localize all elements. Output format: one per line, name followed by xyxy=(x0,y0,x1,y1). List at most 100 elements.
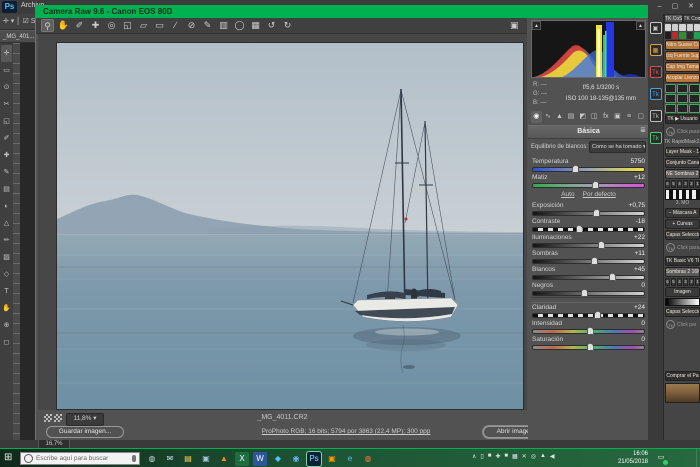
tk-number-button[interactable]: 5 xyxy=(671,278,676,286)
taskbar-icon-folder[interactable]: ▣ xyxy=(199,452,213,466)
tray-icon[interactable]: ∧ xyxy=(472,453,476,460)
tk-button[interactable]: TK Basic V6 TK In xyxy=(665,256,700,266)
slider-track[interactable] xyxy=(532,167,645,172)
save-image-button[interactable]: Guardar imagen... xyxy=(46,426,124,438)
tk-button[interactable]: Comprar el Pa xyxy=(665,371,700,381)
slider-thumb[interactable] xyxy=(594,311,601,319)
tk-button[interactable]: Capas Seleccio xyxy=(665,307,700,317)
slider-thumb[interactable] xyxy=(576,225,583,233)
link-auto[interactable]: Auto xyxy=(561,191,574,198)
tk-number-button[interactable]: 4 xyxy=(677,278,682,286)
zoom-tool-icon[interactable]: ⚲ xyxy=(41,19,54,32)
window-controls[interactable]: – ▢ ✕ xyxy=(658,2,698,10)
tray-icon[interactable]: ✕ xyxy=(522,453,527,460)
spot-removal-tool-icon[interactable]: ∕ xyxy=(169,19,182,32)
ps-tool-icon[interactable]: ▨ xyxy=(1,249,12,266)
highlight-clipping-icon[interactable]: ▲ xyxy=(636,21,645,30)
slider-thumb[interactable] xyxy=(609,273,616,281)
show-desktop-button[interactable] xyxy=(696,449,700,467)
tk-action-chip[interactable] xyxy=(665,84,676,93)
tk-number-button[interactable]: 4 xyxy=(677,180,682,188)
tray-icon[interactable]: ■ xyxy=(504,453,508,460)
ps-tool-icon[interactable]: ✐ xyxy=(1,130,12,147)
tk-number-button[interactable]: 6 xyxy=(665,278,670,286)
ps-tool-icon[interactable]: ✂ xyxy=(1,96,12,113)
ps-tool-icon[interactable]: ▤ xyxy=(1,181,12,198)
tk-action-chip[interactable] xyxy=(689,94,700,103)
slider-track[interactable] xyxy=(532,211,645,216)
tk-action-chip[interactable] xyxy=(665,24,671,31)
tk-number-button[interactable]: 2 xyxy=(689,278,694,286)
graduated-filter-tool-icon[interactable]: ▥ xyxy=(217,19,230,32)
tk-action-chip[interactable] xyxy=(672,32,678,39)
preferences-tool-icon[interactable]: ▦ xyxy=(249,19,262,32)
tk-action-chip[interactable] xyxy=(689,84,700,93)
red-eye-removal-tool-icon[interactable]: ⊘ xyxy=(185,19,198,32)
tab-hsl[interactable]: ▤ xyxy=(566,111,577,123)
tk-number-button[interactable]: 1 xyxy=(695,180,700,188)
taskbar-icon-excel[interactable]: X xyxy=(235,452,249,466)
ps-tool-icon[interactable]: ✏ xyxy=(1,232,12,249)
tk-action-chip[interactable] xyxy=(677,94,688,103)
ps-tool-icon[interactable]: ✚ xyxy=(1,147,12,164)
tab-tone-curve[interactable]: ∿ xyxy=(543,111,554,123)
tk-number-button[interactable]: 6 xyxy=(665,180,670,188)
notification-center-icon[interactable]: ▭ xyxy=(655,452,667,464)
targeted-adjustment-tool-icon[interactable]: ◎ xyxy=(105,19,118,32)
transform-tool-icon[interactable]: ▭ xyxy=(153,19,166,32)
tab-camera-calibration[interactable]: ▣ xyxy=(612,111,623,123)
start-button[interactable]: ⊞ xyxy=(4,452,12,463)
slider-track[interactable] xyxy=(532,227,645,232)
taskbar-icon-file-explorer[interactable]: ▤ xyxy=(181,452,195,466)
ps-document-tab[interactable]: _MG_401... xyxy=(0,30,35,42)
rotate-left-tool-icon[interactable]: ↺ xyxy=(265,19,278,32)
ps-tool-icon[interactable]: ◐ xyxy=(1,198,12,215)
tray-icon[interactable]: ✚ xyxy=(495,453,500,460)
tk-tab[interactable]: TK CoSp xyxy=(664,14,683,23)
tk-number-button[interactable]: 1 xyxy=(695,278,700,286)
color-sampler-tool-icon[interactable]: ✚ xyxy=(89,19,102,32)
tk-button[interactable]: − Máscara A xyxy=(665,208,700,218)
tab-lens-corrections[interactable]: ◫ xyxy=(589,111,600,123)
slider-thumb[interactable] xyxy=(587,343,594,351)
tk-action-chip[interactable] xyxy=(672,24,678,31)
slider-track[interactable] xyxy=(532,313,645,318)
tk-button[interactable]: Sombras 2 16M xyxy=(665,267,700,277)
tk-action-chip[interactable] xyxy=(665,32,671,39)
radial-filter-tool-icon[interactable]: ◯ xyxy=(233,19,246,32)
tab-basic[interactable]: ◉ xyxy=(531,111,542,123)
tk-button[interactable]: NE Sombras 2 16M xyxy=(665,169,700,179)
slider-thumb[interactable] xyxy=(587,327,594,335)
taskbar-icon-word[interactable]: W xyxy=(253,452,267,466)
tk-action-chip[interactable] xyxy=(679,24,685,31)
tk-number-button[interactable]: 3 xyxy=(683,278,688,286)
tk-button[interactable]: Imagen xyxy=(665,287,700,297)
slider-thumb[interactable] xyxy=(572,165,579,173)
tk-number-button[interactable]: 5 xyxy=(671,180,676,188)
ps-tool-icon[interactable]: ◱ xyxy=(1,113,12,130)
tk-action-chip[interactable] xyxy=(694,32,700,39)
white-balance-tool-icon[interactable]: ✐ xyxy=(73,19,86,32)
ps-tool-icon[interactable]: ⊕ xyxy=(1,317,12,334)
tray-icon[interactable]: ■ xyxy=(488,453,492,460)
tk-action-chip[interactable] xyxy=(687,24,693,31)
slider-thumb[interactable] xyxy=(581,289,588,297)
microphone-icon[interactable] xyxy=(132,455,136,462)
slider-track[interactable] xyxy=(532,345,645,350)
taskbar-icon-app-blue[interactable]: ◉ xyxy=(289,452,303,466)
tk-action-chip[interactable] xyxy=(694,24,700,31)
adjustment-brush-tool-icon[interactable]: ✎ xyxy=(201,19,214,32)
tk-button[interactable]: Acoplar Lienzo xyxy=(665,73,700,83)
tab-effects[interactable]: fx xyxy=(601,111,612,123)
tk-tab[interactable]: TK Com xyxy=(683,14,700,23)
tab-split-toning[interactable]: ◩ xyxy=(577,111,588,123)
tk-action-chip[interactable] xyxy=(665,104,676,113)
tk-action-chip[interactable] xyxy=(677,84,688,93)
ps-tool-icon[interactable]: △ xyxy=(1,215,12,232)
ps-tool-icon[interactable]: ✎ xyxy=(1,164,12,181)
slider-track[interactable] xyxy=(532,243,645,248)
slider-track[interactable] xyxy=(532,329,645,334)
tk-button[interactable]: Nitro Suave Col xyxy=(665,40,700,50)
tk-panel-blue-icon[interactable]: Tk xyxy=(650,88,662,100)
ps-tool-icon[interactable]: ◻ xyxy=(1,334,12,351)
